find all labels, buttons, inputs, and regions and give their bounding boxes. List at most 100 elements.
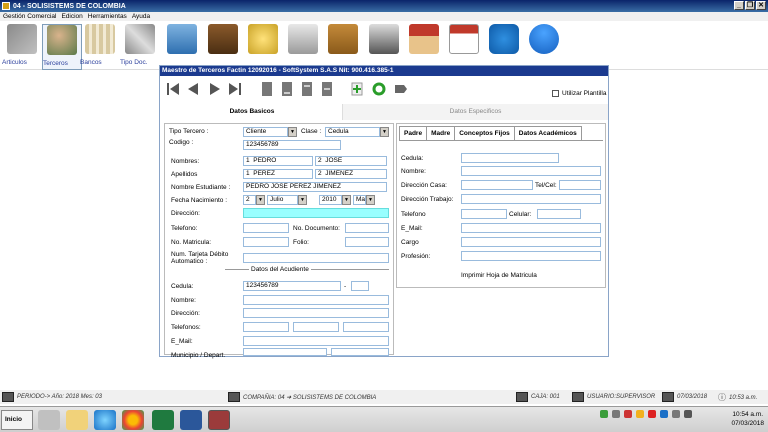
celular-input[interactable] — [537, 209, 581, 219]
volume-icon[interactable] — [684, 410, 692, 418]
anio-select[interactable]: 2010 ▼ — [319, 195, 351, 205]
departamento-input[interactable] — [331, 348, 389, 356]
toolbar-register[interactable] — [162, 24, 202, 70]
mes-select[interactable]: Julio ▼ — [267, 195, 307, 205]
cargo-input[interactable] — [461, 237, 601, 247]
menu-edicion[interactable]: Edicion — [61, 13, 82, 20]
nombre1-input[interactable]: 1 PEDRO — [243, 156, 313, 166]
padre-telefono-input[interactable] — [461, 209, 507, 219]
menu-ayuda[interactable]: Ayuda — [132, 13, 150, 20]
dia-semana-select[interactable]: Ma ▼ — [353, 195, 375, 205]
acudiente-telefono2-input[interactable] — [293, 322, 339, 332]
tray-icon[interactable] — [612, 410, 620, 418]
toolbar-calculator[interactable] — [283, 24, 323, 70]
acudiente-dv-input[interactable] — [351, 281, 369, 291]
chrome-icon[interactable] — [122, 410, 144, 430]
restore-button[interactable]: ❐ — [745, 1, 755, 10]
toolbar-chest[interactable] — [203, 24, 243, 70]
tab-conceptos-fijos[interactable]: Conceptos Fijos — [454, 126, 515, 140]
no-documento-input[interactable] — [345, 223, 389, 233]
tray-icon[interactable] — [624, 410, 632, 418]
utilizar-plantilla-checkbox[interactable]: Utilizar Plantilla — [552, 90, 606, 97]
apellido2-input[interactable]: 2 JIMENEZ — [315, 169, 387, 179]
profesion-input[interactable] — [461, 251, 601, 261]
close-button[interactable]: ✕ — [756, 1, 766, 10]
nombre-estudiante-input[interactable]: PEDRO JOSE PEREZ JIMENEZ — [243, 182, 387, 192]
network-icon[interactable] — [672, 410, 680, 418]
minimize-button[interactable]: _ — [734, 1, 744, 10]
direccion-input[interactable] — [243, 208, 389, 218]
toolbar-teamviewer[interactable] — [484, 24, 524, 70]
dia-select[interactable]: 2 ▼ — [243, 195, 265, 205]
telefono-input[interactable] — [243, 223, 289, 233]
acudiente-direccion-input[interactable] — [243, 308, 389, 318]
start-button[interactable]: Inicio — [1, 410, 33, 430]
window-title-bar: 04 - SOLISISTEMS DE COLOMBIA _ ❐ ✕ — [0, 0, 768, 12]
toolbar-address-book[interactable] — [323, 24, 363, 70]
checkbox-box[interactable] — [552, 90, 559, 97]
toolbar-bancos[interactable]: Bancos — [80, 24, 120, 70]
padre-email-input[interactable] — [461, 223, 601, 233]
apellido1-input[interactable]: 1 PEREZ — [243, 169, 313, 179]
tel-cel-input[interactable] — [559, 180, 601, 190]
taskbar-clock[interactable]: 10:54 a.m. 07/03/2018 — [731, 410, 764, 428]
tab-datos-academicos[interactable]: Datos Académicos — [513, 126, 582, 140]
internet-explorer-icon[interactable] — [94, 410, 116, 430]
calculator-icon — [288, 24, 318, 54]
tab-datos-especificos[interactable]: Datos Especificos — [342, 104, 608, 120]
padre-cedula-input[interactable] — [461, 153, 559, 163]
tray-icon[interactable] — [648, 410, 656, 418]
toolbar-calendar[interactable] — [444, 24, 484, 70]
acudiente-cedula-input[interactable]: 123456789 — [243, 281, 341, 291]
delete-doc-button[interactable] — [320, 81, 334, 97]
nombre2-input[interactable]: 2 JOSE — [315, 156, 387, 166]
menu-herramientas[interactable]: Herramientas — [88, 13, 127, 20]
toolbar-house[interactable] — [404, 24, 444, 70]
direccion-casa-input[interactable] — [461, 180, 533, 190]
last-record-button[interactable] — [228, 81, 242, 97]
acudiente-telefono3-input[interactable] — [343, 322, 389, 332]
imprimir-hoja-link[interactable]: Imprimir Hoja de Matricula — [461, 272, 537, 279]
tab-datos-basicos[interactable]: Datos Basicos — [162, 104, 342, 120]
next-record-button[interactable] — [208, 81, 222, 97]
acudiente-email-input[interactable] — [243, 336, 389, 346]
padre-nombre-input[interactable] — [461, 166, 601, 176]
tab-madre[interactable]: Madre — [426, 126, 456, 140]
menu-gestion-comercial[interactable]: Gestión Comercial — [3, 13, 56, 20]
toolbar-terceros[interactable]: Terceros — [42, 24, 82, 70]
tray-icon[interactable] — [600, 410, 608, 418]
toolbar-tipo-doc[interactable]: Tipo Doc. — [120, 24, 160, 70]
active-app-icon[interactable] — [208, 410, 230, 430]
tel-cel-label: Tel/Cel: — [535, 182, 557, 189]
clase-select[interactable]: Cedula ▼ — [325, 127, 389, 137]
acudiente-telefono1-input[interactable] — [243, 322, 289, 332]
acudiente-nombre-input[interactable] — [243, 295, 389, 305]
tipo-tercero-select[interactable]: Cliente ▼ — [243, 127, 297, 137]
toolbar-user[interactable] — [524, 24, 564, 70]
word-icon[interactable] — [180, 410, 202, 430]
codigo-input[interactable]: 123456789 — [243, 140, 341, 150]
excel-icon[interactable] — [152, 410, 174, 430]
municipio-input[interactable] — [243, 348, 327, 356]
edit-doc-button[interactable] — [280, 81, 294, 97]
tray-icon[interactable] — [636, 410, 644, 418]
tag-icon[interactable] — [394, 81, 408, 97]
add-button[interactable] — [350, 81, 364, 97]
toolbar-coins[interactable] — [243, 24, 283, 70]
direccion-trabajo-input[interactable] — [461, 194, 601, 204]
tray-icon[interactable] — [660, 410, 668, 418]
folio-input[interactable] — [345, 237, 389, 247]
prev-record-button[interactable] — [186, 81, 200, 97]
new-doc-button[interactable] — [260, 81, 274, 97]
no-matricula-input[interactable] — [243, 237, 289, 247]
refresh-icon[interactable] — [372, 81, 386, 97]
save-doc-button[interactable] — [300, 81, 314, 97]
folio-label: Folio: — [293, 239, 309, 246]
toolbar-articulos[interactable]: Articulos — [2, 24, 42, 70]
toolbar-printer[interactable] — [364, 24, 404, 70]
first-record-button[interactable] — [166, 81, 180, 97]
tab-padre[interactable]: Padre — [399, 126, 428, 140]
solisistems-icon[interactable] — [38, 410, 60, 430]
num-tarjeta-input[interactable] — [243, 253, 389, 263]
folder-icon[interactable] — [66, 410, 88, 430]
